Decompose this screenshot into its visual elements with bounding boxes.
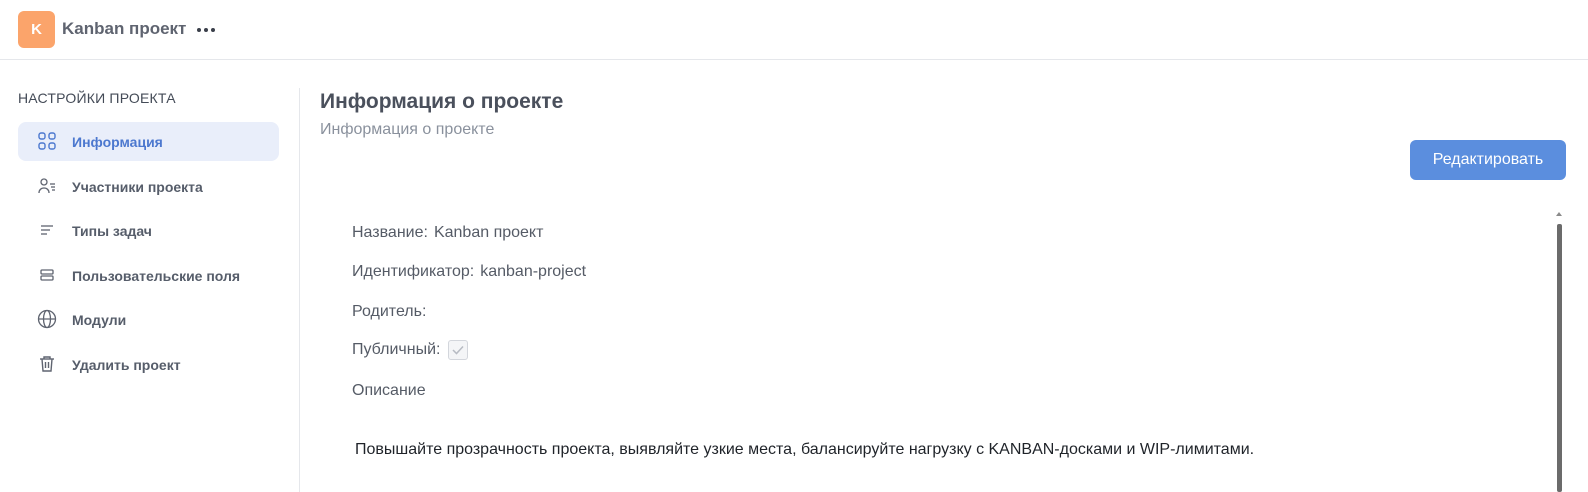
trash-icon <box>37 354 57 374</box>
sidebar-item-custom-fields[interactable]: Пользовательские поля <box>18 256 279 295</box>
members-icon <box>37 176 57 196</box>
sidebar-item-label: Участники проекта <box>72 179 203 195</box>
sidebar-item-label: Удалить проект <box>72 357 181 373</box>
top-header: K Kanban проект <box>0 0 1588 60</box>
parent-label: Родитель: <box>352 303 427 320</box>
description-field: Описание <box>352 382 426 400</box>
globe-icon <box>37 309 57 329</box>
sidebar-divider <box>299 88 300 492</box>
name-field: Название: Kanban проект <box>352 224 543 242</box>
sidebar-item-label: Модули <box>72 312 127 328</box>
sidebar-item-label: Информация <box>72 134 163 150</box>
grid-icon <box>37 131 57 151</box>
identifier-field: Идентификатор: kanban-project <box>352 263 586 281</box>
public-checkbox[interactable] <box>448 340 469 360</box>
page-subtitle: Информация о проекте <box>320 121 495 138</box>
sidebar-item-members[interactable]: Участники проекта <box>18 167 279 206</box>
page-title: Информация о проекте <box>320 90 564 113</box>
scrollbar[interactable] <box>1557 224 1562 492</box>
settings-sidebar: НАСТРОЙКИ ПРОЕКТА Информация Участники п… <box>0 60 300 492</box>
sidebar-title: НАСТРОЙКИ ПРОЕКТА <box>18 90 176 106</box>
public-label: Публичный: <box>352 341 441 358</box>
public-field: Публичный: <box>352 340 469 360</box>
project-name[interactable]: Kanban проект <box>62 19 186 39</box>
parent-field: Родитель: <box>352 303 432 321</box>
edit-button[interactable]: Редактировать <box>1410 140 1566 180</box>
identifier-label: Идентификатор: <box>352 263 475 280</box>
project-avatar[interactable]: K <box>18 11 55 48</box>
sidebar-item-delete-project[interactable]: Удалить проект <box>18 345 279 384</box>
check-icon <box>452 345 465 355</box>
more-horizontal-icon[interactable] <box>193 18 219 42</box>
identifier-value: kanban-project <box>480 263 587 280</box>
sidebar-item-label: Типы задач <box>72 223 152 239</box>
description-text: Повышайте прозрачность проекта, выявляйт… <box>355 441 1255 458</box>
description-label: Описание <box>352 382 426 399</box>
scroll-up-arrow-icon[interactable] <box>1556 212 1562 216</box>
sidebar-item-info[interactable]: Информация <box>18 122 279 161</box>
sidebar-item-label: Пользовательские поля <box>72 268 241 284</box>
list-icon <box>37 220 57 240</box>
name-value: Kanban проект <box>433 224 544 241</box>
name-label: Название: <box>352 224 428 241</box>
sidebar-item-modules[interactable]: Модули <box>18 300 279 339</box>
fields-icon <box>37 265 57 285</box>
sidebar-item-task-types[interactable]: Типы задач <box>18 211 279 250</box>
